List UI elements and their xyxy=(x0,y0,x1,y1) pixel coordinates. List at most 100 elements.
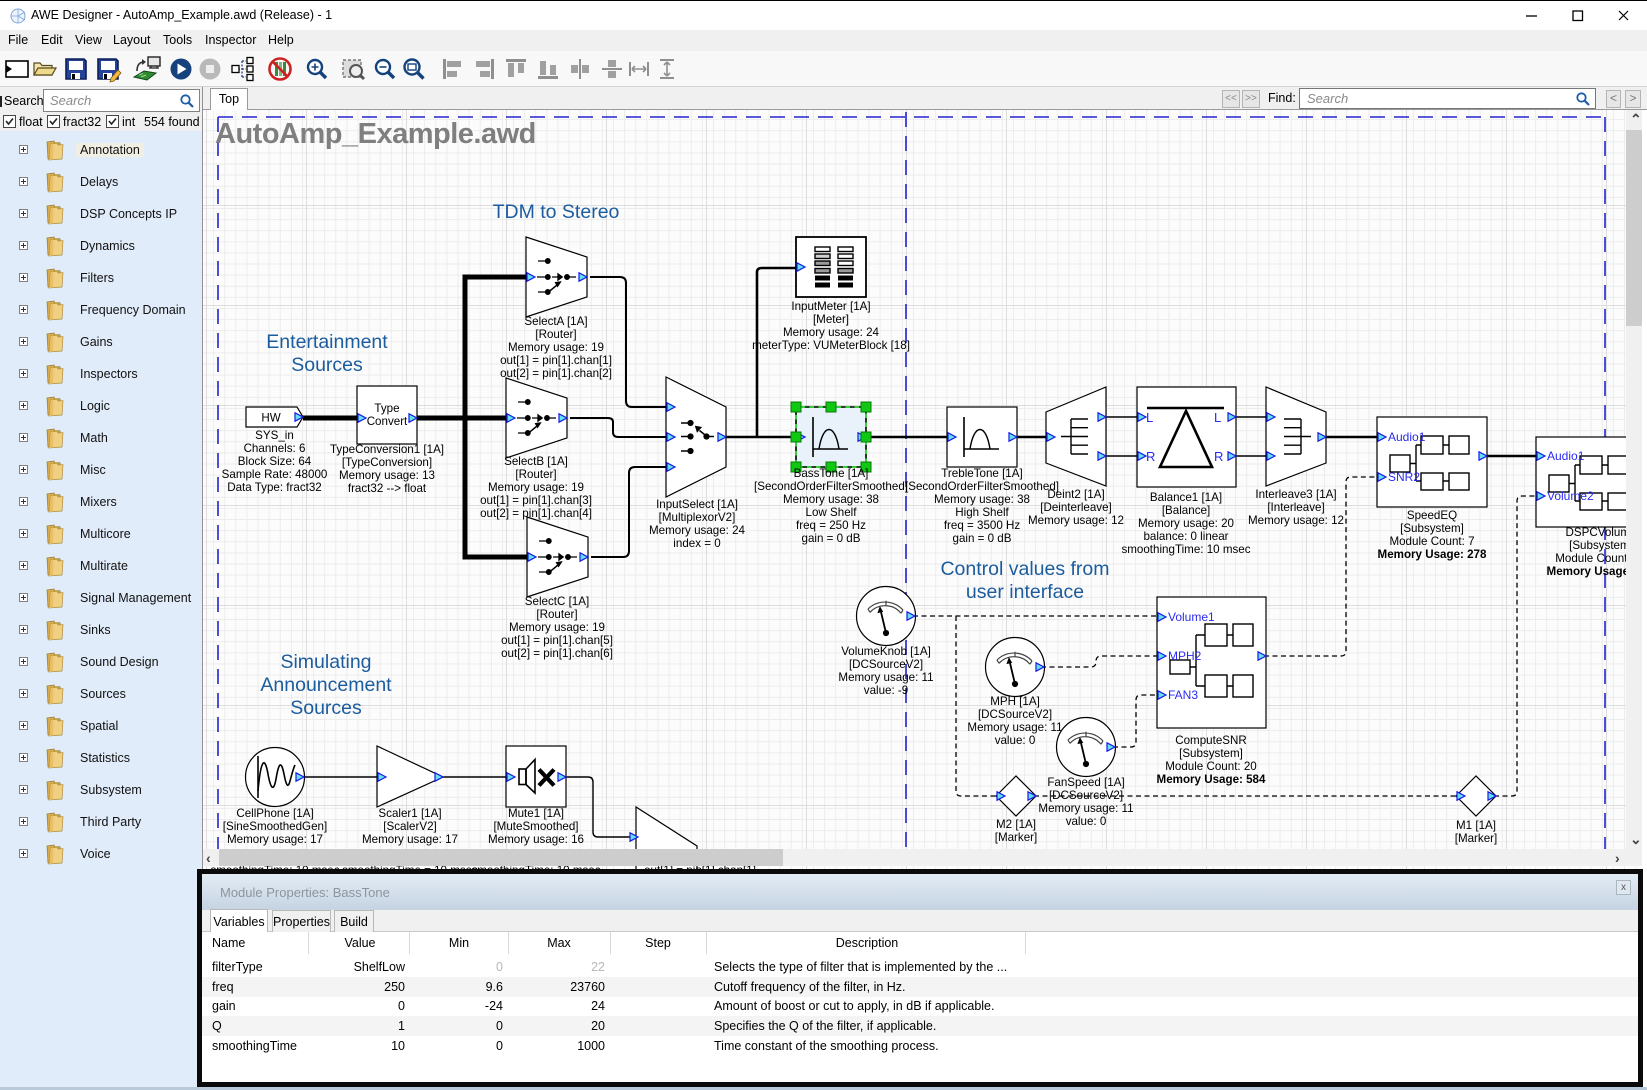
svg-text:[Subsystem]: [Subsystem] xyxy=(1569,539,1633,552)
svg-text:[Marker]: [Marker] xyxy=(1455,832,1498,845)
svg-text:Memory usage: 12: Memory usage: 12 xyxy=(1028,514,1124,527)
svg-text:Memory usage: 24: Memory usage: 24 xyxy=(783,326,880,339)
svg-text:InputSelect [1A]: InputSelect [1A] xyxy=(656,498,738,511)
svg-text:MPH [1A]: MPH [1A] xyxy=(990,695,1040,708)
svg-text:[Meter]: [Meter] xyxy=(813,313,849,326)
svg-text:value: 0: value: 0 xyxy=(995,734,1036,747)
svg-text:Scaler1 [1A]: Scaler1 [1A] xyxy=(378,807,441,820)
svg-text:user interface: user interface xyxy=(966,581,1084,603)
svg-text:[MuteSmoothed]: [MuteSmoothed] xyxy=(493,820,578,833)
svg-text:index = 0: index = 0 xyxy=(673,537,720,550)
svg-text:Sources: Sources xyxy=(290,697,362,719)
svg-text:SNR2: SNR2 xyxy=(1388,470,1420,484)
svg-text:HW: HW xyxy=(261,412,280,425)
svg-text:balance: 0 linear: balance: 0 linear xyxy=(1143,530,1228,543)
svg-text:Module Count: 7: Module Count: 7 xyxy=(1389,535,1474,548)
svg-text:VolumeKnob [1A]: VolumeKnob [1A] xyxy=(841,645,931,658)
svg-text:Memory usage: 11: Memory usage: 11 xyxy=(967,721,1062,734)
svg-text:[DCSourceV2]: [DCSourceV2] xyxy=(849,658,923,671)
svg-text:TypeConversion1 [1A]: TypeConversion1 [1A] xyxy=(330,443,444,456)
svg-text:AutoAmp_Example.awd: AutoAmp_Example.awd xyxy=(215,118,536,150)
svg-text:Simulating: Simulating xyxy=(280,651,371,673)
svg-text:L: L xyxy=(1214,410,1221,425)
svg-text:[Subsystem]: [Subsystem] xyxy=(1179,747,1243,760)
svg-text:freq = 250 Hz: freq = 250 Hz xyxy=(796,519,866,532)
svg-text:[SecondOrderFilterSmoothed]: [SecondOrderFilterSmoothed] xyxy=(905,480,1059,493)
svg-text:Memory usage: 11: Memory usage: 11 xyxy=(1038,802,1133,815)
svg-text:out[2] = pin[1].chan[2]: out[2] = pin[1].chan[2] xyxy=(500,367,612,380)
svg-text:Memory usage: 19: Memory usage: 19 xyxy=(509,621,605,634)
svg-text:[Subsystem]: [Subsystem] xyxy=(1400,522,1464,535)
svg-text:gain = 0 dB: gain = 0 dB xyxy=(802,532,861,545)
svg-text:out[2] = pin[1].chan[6]: out[2] = pin[1].chan[6] xyxy=(501,647,613,660)
svg-text:M1 [1A]: M1 [1A] xyxy=(1456,819,1496,832)
svg-text:[Deinterleave]: [Deinterleave] xyxy=(1040,501,1112,514)
svg-text:Volume1: Volume1 xyxy=(1168,610,1215,624)
svg-text:Memory usage: 13: Memory usage: 13 xyxy=(339,469,435,482)
svg-text:gain = 0 dB: gain = 0 dB xyxy=(953,532,1012,545)
svg-text:[MultiplexorV2]: [MultiplexorV2] xyxy=(659,511,736,524)
svg-text:[SineSmoothedGen]: [SineSmoothedGen] xyxy=(223,820,327,833)
svg-text:Memory Usage: 278: Memory Usage: 278 xyxy=(1378,548,1487,561)
svg-text:[Interleave]: [Interleave] xyxy=(1267,501,1324,514)
svg-text:Convert: Convert xyxy=(367,415,408,428)
svg-text:BassTone [1A]: BassTone [1A] xyxy=(794,467,869,480)
svg-text:Memory usage: 12: Memory usage: 12 xyxy=(1248,514,1344,527)
svg-text:[Router]: [Router] xyxy=(515,468,556,481)
svg-text:Memory usage: 17: Memory usage: 17 xyxy=(362,833,458,846)
svg-text:Memory usage: 16: Memory usage: 16 xyxy=(488,833,584,846)
svg-text:SelectC [1A]: SelectC [1A] xyxy=(525,595,589,608)
svg-text:Mute1 [1A]: Mute1 [1A] xyxy=(508,807,564,820)
svg-text:Memory usage: 38: Memory usage: 38 xyxy=(934,493,1030,506)
svg-text:Audio1: Audio1 xyxy=(1547,449,1585,463)
svg-text:R: R xyxy=(1146,449,1155,464)
svg-text:Sources: Sources xyxy=(291,354,363,376)
svg-text:smoothingTime: 10 msec: smoothingTime: 10 msec xyxy=(1121,543,1250,556)
svg-text:Type: Type xyxy=(374,402,399,415)
svg-text:Low Shelf: Low Shelf xyxy=(806,506,858,519)
svg-text:out[1] = pin[1].chan[1]: out[1] = pin[1].chan[1] xyxy=(500,354,612,367)
svg-text:Control values from: Control values from xyxy=(940,558,1109,580)
svg-text:[DCSourceV2]: [DCSourceV2] xyxy=(1049,789,1123,802)
svg-text:Memory usage: 11: Memory usage: 11 xyxy=(838,671,933,684)
svg-text:SelectB [1A]: SelectB [1A] xyxy=(504,455,568,468)
svg-text:value: -9: value: -9 xyxy=(864,684,908,697)
svg-text:Memory Usage: 584: Memory Usage: 584 xyxy=(1157,773,1266,786)
svg-text:R: R xyxy=(1214,449,1223,464)
svg-text:out[1] = pin[1].chan[5]: out[1] = pin[1].chan[5] xyxy=(501,634,613,647)
svg-text:Announcement: Announcement xyxy=(260,674,392,696)
svg-text:Block Size: 64: Block Size: 64 xyxy=(238,455,312,468)
svg-text:Volume2: Volume2 xyxy=(1547,489,1594,503)
svg-text:[ScalerV2]: [ScalerV2] xyxy=(383,820,437,833)
svg-text:value: 0: value: 0 xyxy=(1066,815,1107,828)
svg-text:[Balance]: [Balance] xyxy=(1162,504,1210,517)
svg-text:TrebleTone [1A]: TrebleTone [1A] xyxy=(941,467,1022,480)
svg-text:[Router]: [Router] xyxy=(535,328,576,341)
svg-text:Module Count: 20: Module Count: 20 xyxy=(1165,760,1257,773)
svg-text:SYS_in: SYS_in xyxy=(255,429,294,442)
svg-text:MPH2: MPH2 xyxy=(1168,649,1202,663)
svg-text:Memory usage: 24: Memory usage: 24 xyxy=(649,524,746,537)
svg-text:Channels: 6: Channels: 6 xyxy=(244,442,306,455)
svg-text:meterType: VUMeterBlock [18]: meterType: VUMeterBlock [18] xyxy=(752,339,910,352)
svg-text:Deint2 [1A]: Deint2 [1A] xyxy=(1047,488,1104,501)
svg-text:L: L xyxy=(1146,410,1153,425)
svg-text:TDM to Stereo: TDM to Stereo xyxy=(493,201,620,223)
svg-text:Interleave3 [1A]: Interleave3 [1A] xyxy=(1255,488,1336,501)
svg-text:out[1] = pin[1].chan[3]: out[1] = pin[1].chan[3] xyxy=(480,494,592,507)
svg-text:[SecondOrderFilterSmoothed]: [SecondOrderFilterSmoothed] xyxy=(754,480,908,493)
svg-text:FAN3: FAN3 xyxy=(1168,688,1198,702)
svg-text:freq = 3500 Hz: freq = 3500 Hz xyxy=(944,519,1021,532)
svg-text:InputMeter [1A]: InputMeter [1A] xyxy=(791,300,870,313)
svg-text:High Shelf: High Shelf xyxy=(955,506,1009,519)
svg-text:Memory usage: 19: Memory usage: 19 xyxy=(488,481,584,494)
svg-text:CellPhone [1A]: CellPhone [1A] xyxy=(236,807,313,820)
svg-text:SpeedEQ: SpeedEQ xyxy=(1407,509,1457,522)
svg-text:out[2] = pin[1].chan[4]: out[2] = pin[1].chan[4] xyxy=(480,507,592,520)
svg-text:ComputeSNR: ComputeSNR xyxy=(1175,734,1247,747)
svg-text:Data Type: fract32: Data Type: fract32 xyxy=(227,481,322,494)
svg-text:FanSpeed [1A]: FanSpeed [1A] xyxy=(1047,776,1124,789)
svg-text:[DCSourceV2]: [DCSourceV2] xyxy=(978,708,1052,721)
svg-text:fract32 --> float: fract32 --> float xyxy=(348,482,427,495)
svg-text:Sample Rate: 48000: Sample Rate: 48000 xyxy=(222,468,328,481)
